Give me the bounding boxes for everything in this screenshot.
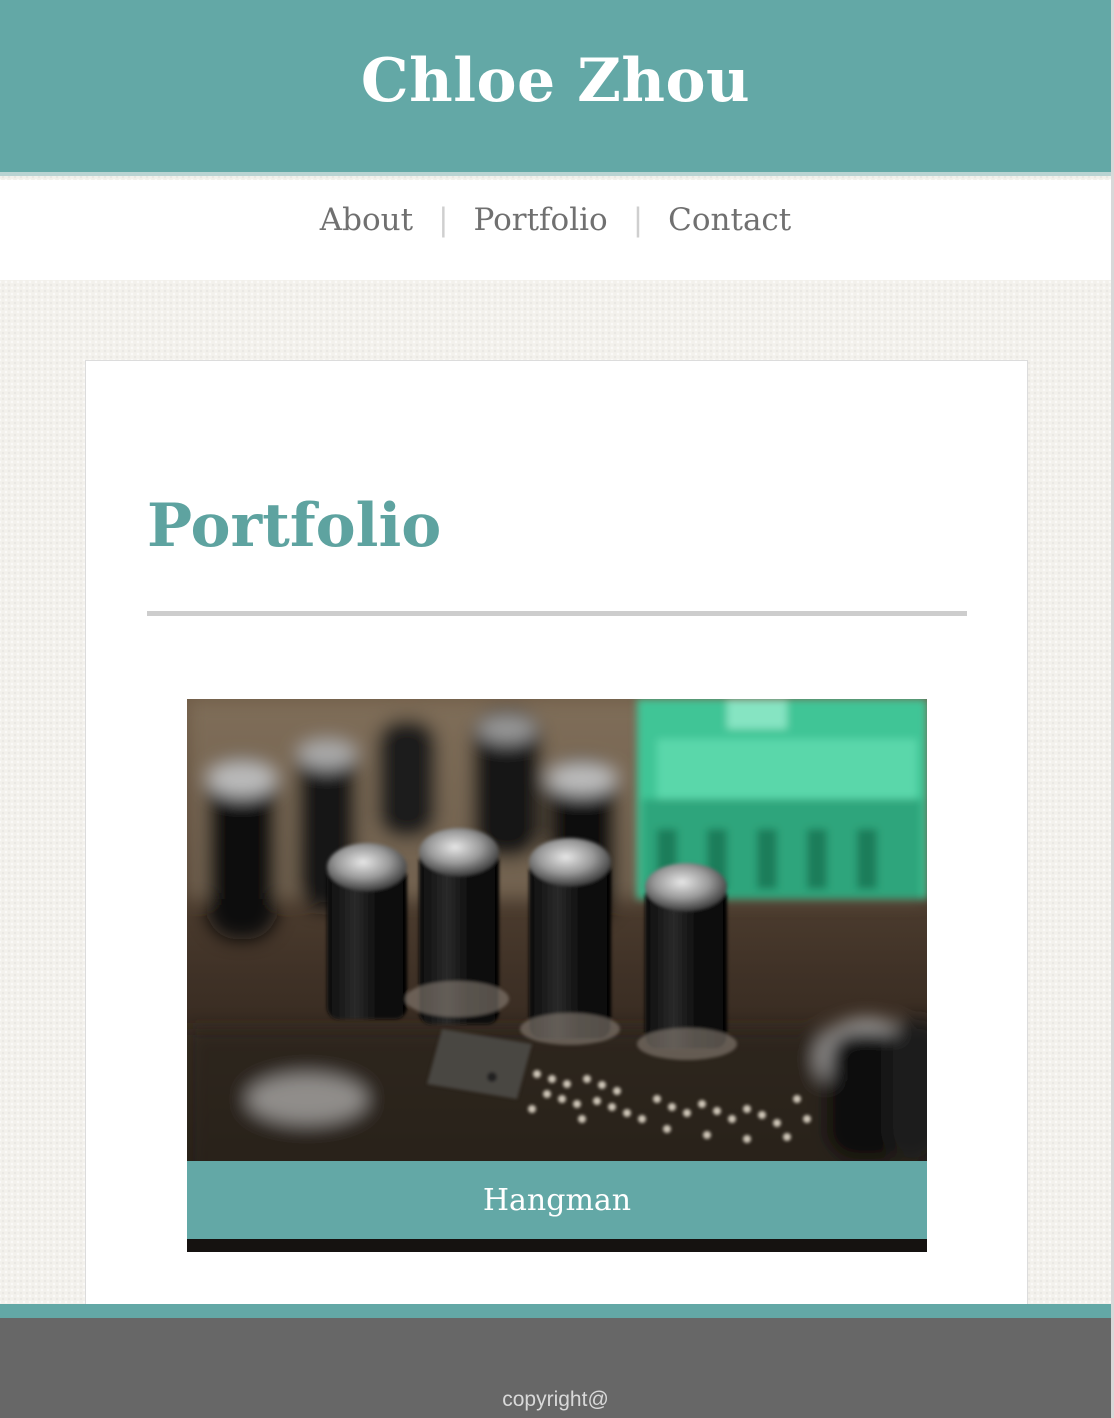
heading-divider	[147, 611, 967, 616]
main-nav: About | Portfolio | Contact	[0, 180, 1111, 280]
page-heading: Portfolio	[147, 491, 442, 561]
nav-link-portfolio[interactable]: Portfolio	[474, 200, 608, 240]
nav-link-about[interactable]: About	[320, 200, 413, 240]
copyright-text: copyright@	[502, 1388, 609, 1411]
nav-separator: |	[632, 202, 644, 238]
site-footer: copyright@	[0, 1304, 1111, 1418]
nav-separator: |	[438, 202, 449, 238]
nav-link-contact[interactable]: Contact	[668, 200, 791, 240]
site-header: Chloe Zhou	[0, 0, 1111, 176]
site-title: Chloe Zhou	[360, 46, 751, 116]
portfolio-item-hangman[interactable]: Hangman	[187, 699, 927, 1252]
content-card: Portfolio Hangman	[85, 360, 1028, 1320]
portfolio-item-caption: Hangman	[187, 1161, 927, 1239]
